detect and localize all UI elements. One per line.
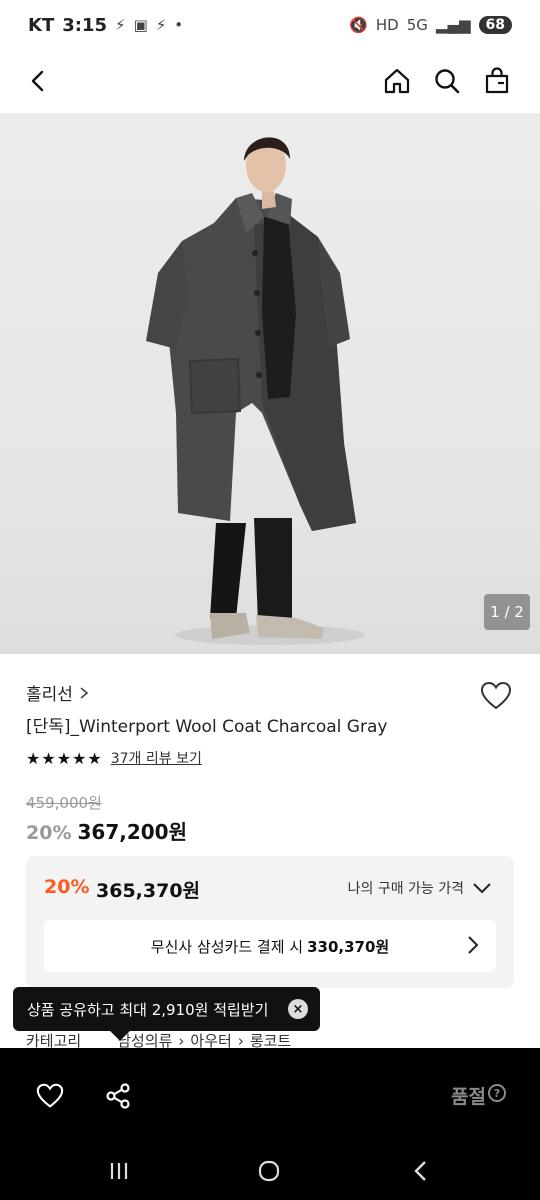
home-circle-icon bbox=[258, 1160, 280, 1182]
recent-apps-icon bbox=[110, 1163, 128, 1179]
help-icon[interactable]: ? bbox=[488, 1084, 506, 1102]
breadcrumb-separator-icon: › bbox=[178, 1031, 185, 1050]
chevron-right-icon bbox=[468, 936, 479, 954]
purchase-price-box: 20% 365,370원 나의 구매 가능 가격 무신사 삼성카드 결제 시 3… bbox=[26, 856, 514, 988]
star-rating: ★★★★★ bbox=[26, 748, 103, 768]
card-discount-price: 330,370원 bbox=[307, 937, 390, 956]
bag-icon bbox=[485, 67, 509, 94]
soldout-label: 품절 bbox=[451, 1086, 486, 1108]
home-nav-button[interactable] bbox=[254, 1156, 284, 1186]
share-reward-toast[interactable]: 상품 공유하고 최대 2,910원 적립받기 × bbox=[13, 987, 320, 1041]
my-price-toggle[interactable]: 나의 구매 가능 가격 bbox=[348, 878, 492, 898]
sale-price: 367,200원 bbox=[77, 820, 187, 844]
carrier: KT bbox=[28, 14, 55, 36]
battery-icon: 68 bbox=[478, 16, 512, 34]
back-nav-button[interactable] bbox=[406, 1156, 436, 1186]
price-row: 20% 367,200원 bbox=[26, 816, 187, 845]
my-price: 365,370원 bbox=[96, 880, 201, 902]
close-icon[interactable]: × bbox=[288, 999, 308, 1019]
home-button[interactable] bbox=[374, 58, 420, 104]
discount-rate: 20% bbox=[26, 822, 72, 844]
chevron-left-icon bbox=[31, 70, 44, 92]
like-button[interactable] bbox=[30, 1076, 70, 1116]
chevron-right-icon bbox=[80, 686, 89, 699]
mute-icon: 🔇 bbox=[349, 16, 368, 34]
back-button[interactable] bbox=[16, 58, 62, 104]
status-bar: KT 3:15 ⚡ ▣ ⚡ • 🔇 HD 5G ▂▄▆ 68 bbox=[0, 0, 540, 50]
share-button[interactable] bbox=[98, 1076, 138, 1116]
wishlist-button[interactable] bbox=[476, 676, 516, 716]
review-link[interactable]: 37개 리뷰 보기 bbox=[111, 748, 202, 768]
image-counter: 1 / 2 bbox=[484, 594, 530, 630]
signal-bars-icon: ▂▄▆ bbox=[435, 16, 471, 34]
breadcrumb-separator-icon: › bbox=[237, 1031, 244, 1050]
system-nav-bar bbox=[0, 1148, 540, 1192]
recent-apps-button[interactable] bbox=[104, 1156, 134, 1186]
card-discount-row[interactable]: 무신사 삼성카드 결제 시 330,370원 bbox=[44, 920, 496, 972]
back-arrow-icon bbox=[414, 1161, 426, 1181]
share-icon bbox=[106, 1083, 130, 1109]
brand-name: 홀리선 bbox=[26, 685, 73, 705]
clock: 3:15 bbox=[62, 14, 108, 36]
screenshot-icon: ▣ bbox=[133, 16, 148, 34]
top-nav bbox=[0, 50, 540, 112]
search-icon bbox=[435, 69, 460, 94]
heart-icon bbox=[480, 681, 512, 710]
original-price: 459,000원 bbox=[26, 794, 102, 812]
cart-button[interactable] bbox=[474, 58, 520, 104]
product-image[interactable]: 1 / 2 bbox=[0, 113, 540, 654]
search-button[interactable] bbox=[424, 58, 470, 104]
product-screen: KT 3:15 ⚡ ▣ ⚡ • 🔇 HD 5G ▂▄▆ 68 1 / 2 홀리선… bbox=[0, 0, 540, 1200]
card-discount-text: 무신사 삼성카드 결제 시 bbox=[150, 937, 304, 956]
signal-5g-icon: 5G bbox=[406, 16, 428, 34]
chevron-down-icon bbox=[473, 883, 491, 894]
toast-text: 상품 공유하고 최대 2,910원 적립받기 bbox=[27, 1000, 269, 1019]
dot-icon: • bbox=[174, 16, 184, 34]
rating-row: ★★★★★ 37개 리뷰 보기 bbox=[26, 748, 202, 768]
product-title: [단독]_Winterport Wool Coat Charcoal Gray bbox=[26, 717, 388, 737]
my-discount-rate: 20% bbox=[44, 876, 90, 898]
hd-icon: HD bbox=[375, 16, 399, 34]
bottom-action-bar: 품절 ? bbox=[0, 1048, 540, 1200]
brand-link[interactable]: 홀리선 bbox=[26, 680, 89, 705]
heart-icon bbox=[36, 1083, 64, 1108]
model-in-coat-illustration bbox=[146, 137, 365, 645]
home-icon bbox=[384, 68, 410, 94]
my-price-toggle-label: 나의 구매 가능 가격 bbox=[347, 881, 464, 897]
lightning-icon: ⚡ bbox=[155, 16, 167, 34]
lightning-icon: ⚡ bbox=[115, 16, 126, 34]
